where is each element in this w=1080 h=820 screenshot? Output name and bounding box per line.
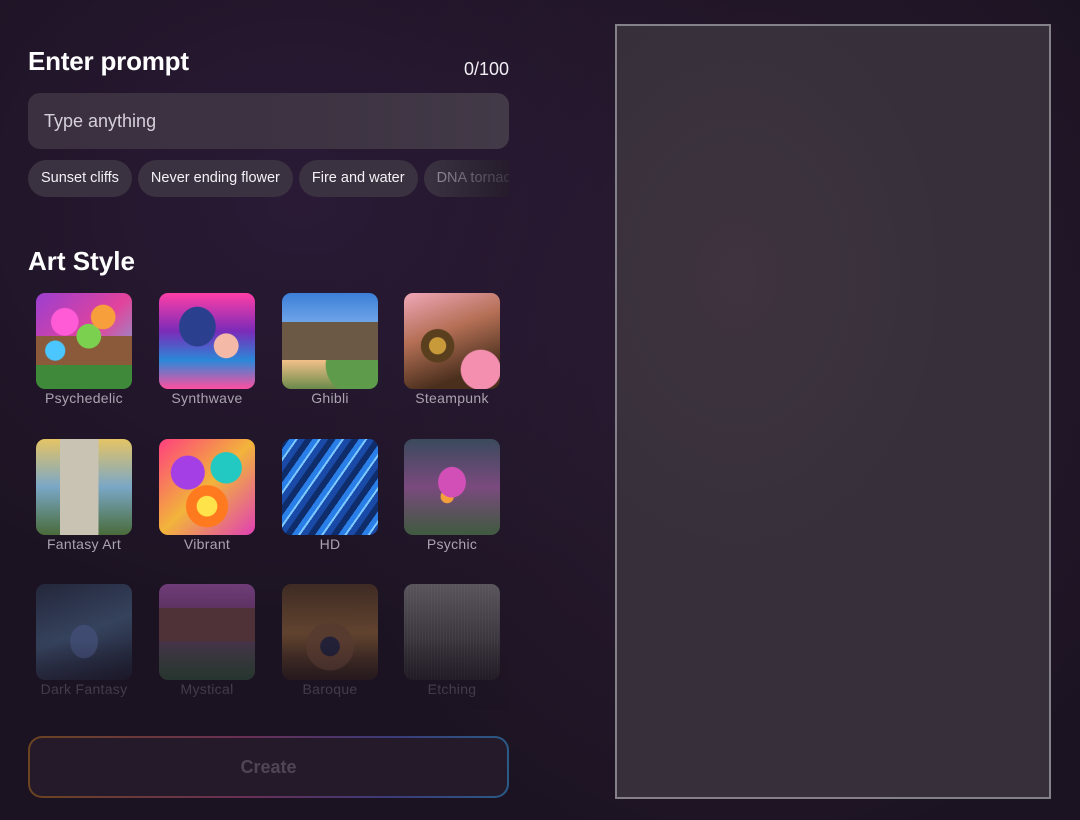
style-option-hd[interactable]: HD xyxy=(282,439,378,552)
suggestion-chip[interactable]: Never ending flower xyxy=(137,160,293,197)
suggestion-chip[interactable]: Sunset cliffs xyxy=(28,160,132,197)
art-style-grid: Psychedelic Synthwave Ghibli Steampunk F… xyxy=(28,293,509,703)
style-option-etching[interactable]: Etching xyxy=(404,584,500,697)
image-preview-area xyxy=(615,24,1051,799)
style-option-baroque[interactable]: Baroque xyxy=(282,584,378,697)
style-option-psychic[interactable]: Psychic xyxy=(404,439,500,552)
style-option-synthwave[interactable]: Synthwave xyxy=(159,293,255,406)
style-label: Baroque xyxy=(302,681,358,697)
style-option-fantasy-art[interactable]: Fantasy Art xyxy=(36,439,132,552)
baroque-eye-thumbnail xyxy=(282,584,378,680)
style-label: Vibrant xyxy=(183,536,231,552)
prompt-title: Enter prompt xyxy=(28,46,189,76)
style-label: Psychic xyxy=(426,536,478,552)
style-option-vibrant[interactable]: Vibrant xyxy=(159,439,255,552)
vibrant-flower-thumbnail xyxy=(159,439,255,535)
psychic-creature-thumbnail xyxy=(404,439,500,535)
fantasy-tower-thumbnail xyxy=(36,439,132,535)
suggestion-chip[interactable]: DNA tornado xyxy=(423,160,509,197)
style-option-steampunk[interactable]: Steampunk xyxy=(404,293,500,406)
steampunk-machine-thumbnail xyxy=(404,293,500,389)
style-label: Psychedelic xyxy=(44,390,123,406)
prompt-panel: Enter prompt 0/100 Sunset cliffs Never e… xyxy=(28,0,509,820)
style-option-mystical[interactable]: Mystical xyxy=(159,584,255,697)
mystical-temple-thumbnail xyxy=(159,584,255,680)
etching-temple-thumbnail xyxy=(404,584,500,680)
style-label: Steampunk xyxy=(415,390,489,406)
style-label: Dark Fantasy xyxy=(40,681,128,697)
style-label: Etching xyxy=(427,681,477,697)
prompt-suggestions: Sunset cliffs Never ending flower Fire a… xyxy=(28,160,509,197)
style-label: HD xyxy=(319,536,341,552)
prompt-input[interactable] xyxy=(28,93,509,149)
style-option-psychedelic[interactable]: Psychedelic xyxy=(36,293,132,406)
style-label: Fantasy Art xyxy=(46,536,122,552)
dark-fantasy-figure-thumbnail xyxy=(36,584,132,680)
create-button[interactable]: Create xyxy=(28,736,509,798)
synthwave-portrait-thumbnail xyxy=(159,293,255,389)
psychedelic-tree-thumbnail xyxy=(36,293,132,389)
ghibli-castle-thumbnail xyxy=(282,293,378,389)
suggestion-chip[interactable]: Fire and water xyxy=(298,160,418,197)
character-counter: 0/100 xyxy=(463,59,509,79)
style-label: Synthwave xyxy=(171,390,243,406)
art-style-title: Art Style xyxy=(28,246,135,276)
hd-waves-thumbnail xyxy=(282,439,378,535)
style-label: Mystical xyxy=(180,681,234,697)
style-option-dark-fantasy[interactable]: Dark Fantasy xyxy=(36,584,132,697)
style-label: Ghibli xyxy=(311,390,349,406)
style-option-ghibli[interactable]: Ghibli xyxy=(282,293,378,406)
